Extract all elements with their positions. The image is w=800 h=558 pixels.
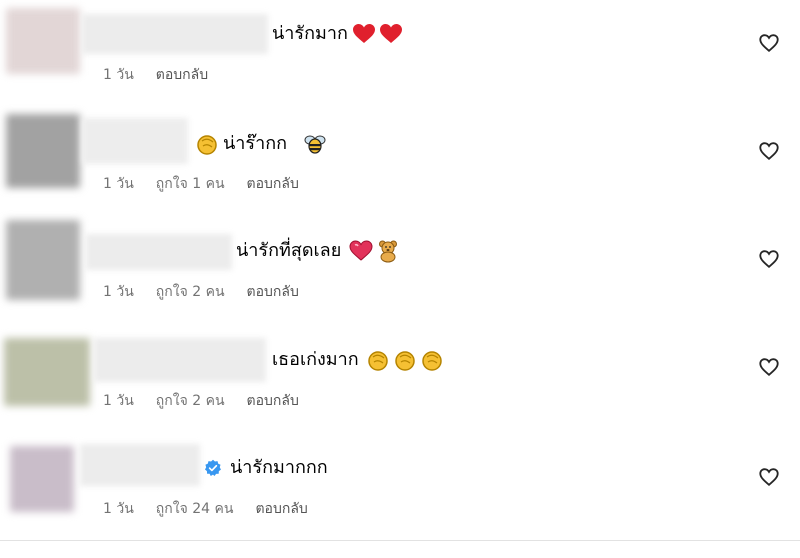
avatar[interactable] <box>6 8 80 74</box>
comment-text: เธอเก่งมาก <box>272 349 359 370</box>
likes-count[interactable]: ถูกใจ 24 คน <box>156 499 234 519</box>
avatar[interactable] <box>6 220 80 300</box>
comment-meta: 1 วัน ถูกใจ 1 คน ตอบกลับ <box>103 174 321 194</box>
heart-outline-icon[interactable] <box>758 466 780 488</box>
comment-item: น่ารักที่สุดเลย 1 วัน ถูกใจ 2 คน ตอบกลับ <box>0 216 800 324</box>
username[interactable] <box>94 338 266 382</box>
comment-list: น่ารักมาก 1 วัน ตอบกลับ น่าร๊ากก 1 วัน ถ… <box>0 0 800 558</box>
heart-outline-icon[interactable] <box>758 140 780 162</box>
heart-outline-icon[interactable] <box>758 32 780 54</box>
red-heart-icon <box>352 22 376 46</box>
comment-text-row: น่ารักที่สุดเลย <box>236 239 403 263</box>
clapping-hands-icon <box>421 348 445 372</box>
avatar[interactable] <box>10 446 74 512</box>
comment-text: น่ารักที่สุดเลย <box>236 240 342 261</box>
comment-text: น่าร๊ากก <box>223 133 287 154</box>
comment-time: 1 วัน <box>103 393 134 409</box>
heart-with-ribbon-icon <box>349 239 373 263</box>
teddy-bear-icon <box>376 239 400 263</box>
clapping-hands-icon <box>394 348 418 372</box>
reply-button[interactable]: ตอบกลับ <box>247 174 299 194</box>
comment-time: 1 วัน <box>103 501 134 517</box>
comment-meta: 1 วัน ตอบกลับ <box>103 65 230 85</box>
reply-button[interactable]: ตอบกลับ <box>247 282 299 302</box>
likes-count[interactable]: ถูกใจ 2 คน <box>156 282 225 302</box>
divider <box>0 540 800 541</box>
comment-item: น่าร๊ากก 1 วัน ถูกใจ 1 คน ตอบกลับ <box>0 108 800 216</box>
comment-text-row: น่ารักมาก <box>272 22 406 46</box>
reply-button[interactable]: ตอบกลับ <box>156 65 208 85</box>
comment-text-row: เธอเก่งมาก <box>272 348 448 372</box>
likes-count[interactable]: ถูกใจ 1 คน <box>156 174 225 194</box>
avatar[interactable] <box>4 338 90 406</box>
comment-item: เธอเก่งมาก 1 วัน ถูกใจ 2 คน ตอบกลับ <box>0 324 800 432</box>
comment-time: 1 วัน <box>103 284 134 300</box>
username[interactable] <box>80 444 200 486</box>
heart-outline-icon[interactable] <box>758 356 780 378</box>
comment-text-row: น่ารักมากกก <box>204 456 332 480</box>
username[interactable] <box>86 234 232 270</box>
comment-meta: 1 วัน ถูกใจ 24 คน ตอบกลับ <box>103 499 330 519</box>
comment-item: น่ารักมากกก 1 วัน ถูกใจ 24 คน ตอบกลับ <box>0 432 800 540</box>
clapping-hands-icon <box>367 348 391 372</box>
reply-button[interactable]: ตอบกลับ <box>247 391 299 411</box>
verified-badge-icon <box>204 459 221 477</box>
heart-outline-icon[interactable] <box>758 248 780 270</box>
username[interactable] <box>82 118 188 164</box>
comment-time: 1 วัน <box>103 176 134 192</box>
comment-meta: 1 วัน ถูกใจ 2 คน ตอบกลับ <box>103 391 321 411</box>
comment-time: 1 วัน <box>103 67 134 83</box>
comment-text: น่ารักมากกก <box>230 457 328 478</box>
comment-text-row: น่าร๊ากก <box>196 132 330 156</box>
comment-item: น่ารักมาก 1 วัน ตอบกลับ <box>0 0 800 108</box>
avatar[interactable] <box>6 114 80 188</box>
comment-meta: 1 วัน ถูกใจ 2 คน ตอบกลับ <box>103 282 321 302</box>
username[interactable] <box>82 14 268 54</box>
red-heart-icon <box>379 22 403 46</box>
reply-button[interactable]: ตอบกลับ <box>255 499 307 519</box>
bee-icon <box>303 132 327 156</box>
clapping-hands-icon <box>196 132 220 156</box>
likes-count[interactable]: ถูกใจ 2 คน <box>156 391 225 411</box>
comment-text: น่ารักมาก <box>272 23 348 44</box>
